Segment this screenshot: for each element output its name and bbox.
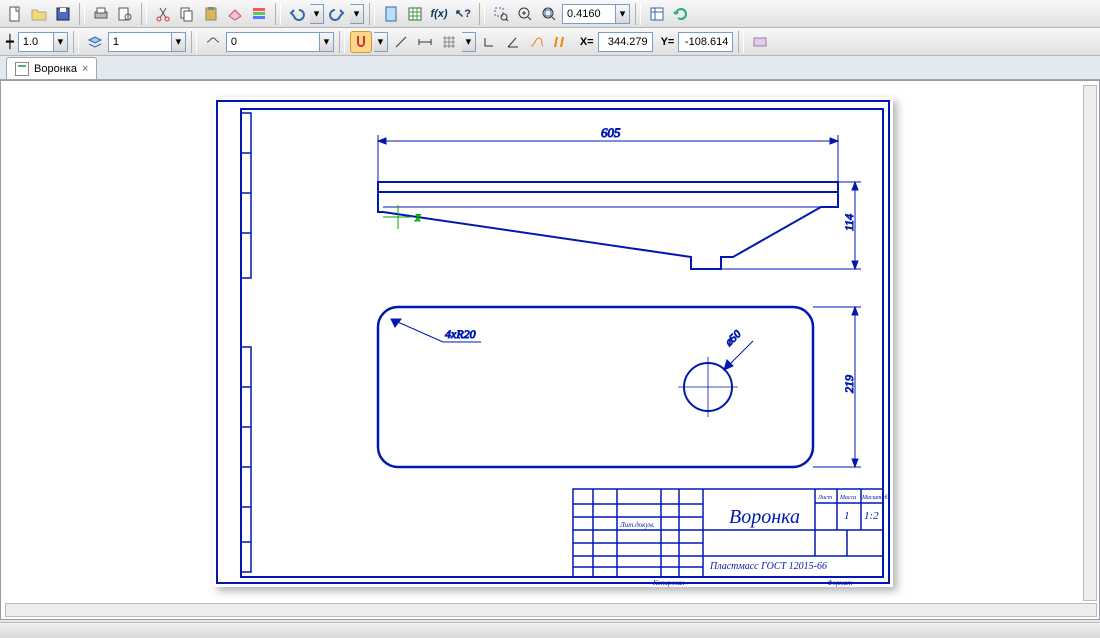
new-button[interactable] xyxy=(4,3,26,25)
sheet-button[interactable] xyxy=(404,3,426,25)
fx-button[interactable]: f(x) xyxy=(428,3,450,25)
print-button[interactable] xyxy=(90,3,112,25)
svg-text:Масса: Масса xyxy=(839,495,856,501)
zoom-value-combo[interactable]: ▾ xyxy=(562,4,630,24)
extra-tool[interactable] xyxy=(749,31,771,53)
help-button[interactable]: ↖? xyxy=(452,3,474,25)
drawing-canvas[interactable]: X 605 114 xyxy=(5,85,1081,601)
para-tool[interactable] xyxy=(550,31,572,53)
table-button[interactable] xyxy=(646,3,668,25)
copy-button[interactable] xyxy=(176,3,198,25)
layer-icon-button[interactable] xyxy=(84,31,106,53)
refresh-button[interactable] xyxy=(670,3,692,25)
zoom-value-dropdown[interactable]: ▾ xyxy=(616,4,630,24)
toolbar-row-1: ▾ ▾ f(x) ↖? ▾ xyxy=(0,0,1100,28)
horizontal-scrollbar[interactable] xyxy=(5,603,1097,617)
y-coord-input[interactable] xyxy=(678,32,733,52)
undo-button[interactable] xyxy=(286,3,308,25)
angle-tool[interactable] xyxy=(502,31,524,53)
zoom-in-button[interactable] xyxy=(514,3,536,25)
redo-dropdown[interactable]: ▾ xyxy=(350,4,364,24)
dim-219: 219 xyxy=(842,375,856,393)
hatch-icon-button[interactable] xyxy=(202,31,224,53)
svg-text:1:2: 1:2 xyxy=(864,510,879,522)
dim-605: 605 xyxy=(601,125,621,140)
zoom-fit-button[interactable] xyxy=(538,3,560,25)
x-coord-input[interactable] xyxy=(598,32,653,52)
doc-icon-button[interactable] xyxy=(380,3,402,25)
dim-diam: ⌀50 xyxy=(723,328,744,349)
preview-button[interactable] xyxy=(114,3,136,25)
layer-combo[interactable]: ▾ xyxy=(108,32,186,52)
cut-button[interactable] xyxy=(152,3,174,25)
curve-tool[interactable] xyxy=(526,31,548,53)
tab-voronka[interactable]: Воронка × xyxy=(6,57,97,79)
grid-toggle[interactable] xyxy=(438,31,460,53)
line-style-icon: ┿ xyxy=(6,34,14,50)
dim-radius: 4xR20 xyxy=(445,327,476,341)
snap-dropdown[interactable]: ▾ xyxy=(374,32,388,52)
zoom-value-input[interactable] xyxy=(562,4,616,24)
svg-text:Формат: Формат xyxy=(827,579,852,587)
paste-button[interactable] xyxy=(200,3,222,25)
eraser-button[interactable] xyxy=(224,3,246,25)
tab-label: Воронка xyxy=(34,63,77,75)
document-icon xyxy=(15,62,29,76)
properties-button[interactable] xyxy=(248,3,270,25)
title-material: Пластмасс ГОСТ 12015-66 xyxy=(709,561,827,572)
dim-tool[interactable] xyxy=(414,31,436,53)
workspace: X 605 114 xyxy=(0,80,1100,620)
redo-button[interactable] xyxy=(326,3,348,25)
tab-close-button[interactable]: × xyxy=(82,63,88,75)
dim-114: 114 xyxy=(842,214,856,231)
svg-text:Лит.докум.: Лит.докум. xyxy=(619,521,655,529)
y-label: Y= xyxy=(661,36,675,48)
title-main: Воронка xyxy=(729,506,800,528)
x-label: X= xyxy=(580,36,594,48)
drawing-page: X 605 114 xyxy=(213,97,893,587)
svg-text:Лист: Лист xyxy=(817,495,833,501)
snap-toggle[interactable] xyxy=(350,31,372,53)
svg-text:Масштаб: Масштаб xyxy=(861,494,889,501)
svg-text:Копировал: Копировал xyxy=(652,579,684,587)
line-width-combo[interactable]: ▾ xyxy=(18,32,68,52)
style-combo[interactable]: ▾ xyxy=(226,32,334,52)
vertical-scrollbar[interactable] xyxy=(1083,85,1097,601)
zoom-window-button[interactable] xyxy=(490,3,512,25)
toolbar-row-2: ┿ ▾ ▾ ▾ ▾ ▾ X= Y= xyxy=(0,28,1100,56)
save-button[interactable] xyxy=(52,3,74,25)
statusbar xyxy=(0,622,1100,638)
open-button[interactable] xyxy=(28,3,50,25)
svg-text:1: 1 xyxy=(844,510,850,522)
line-tool[interactable] xyxy=(390,31,412,53)
svg-text:X: X xyxy=(414,213,421,223)
ortho-toggle[interactable] xyxy=(478,31,500,53)
document-tabbar: Воронка × xyxy=(0,56,1100,80)
undo-dropdown[interactable]: ▾ xyxy=(310,4,324,24)
